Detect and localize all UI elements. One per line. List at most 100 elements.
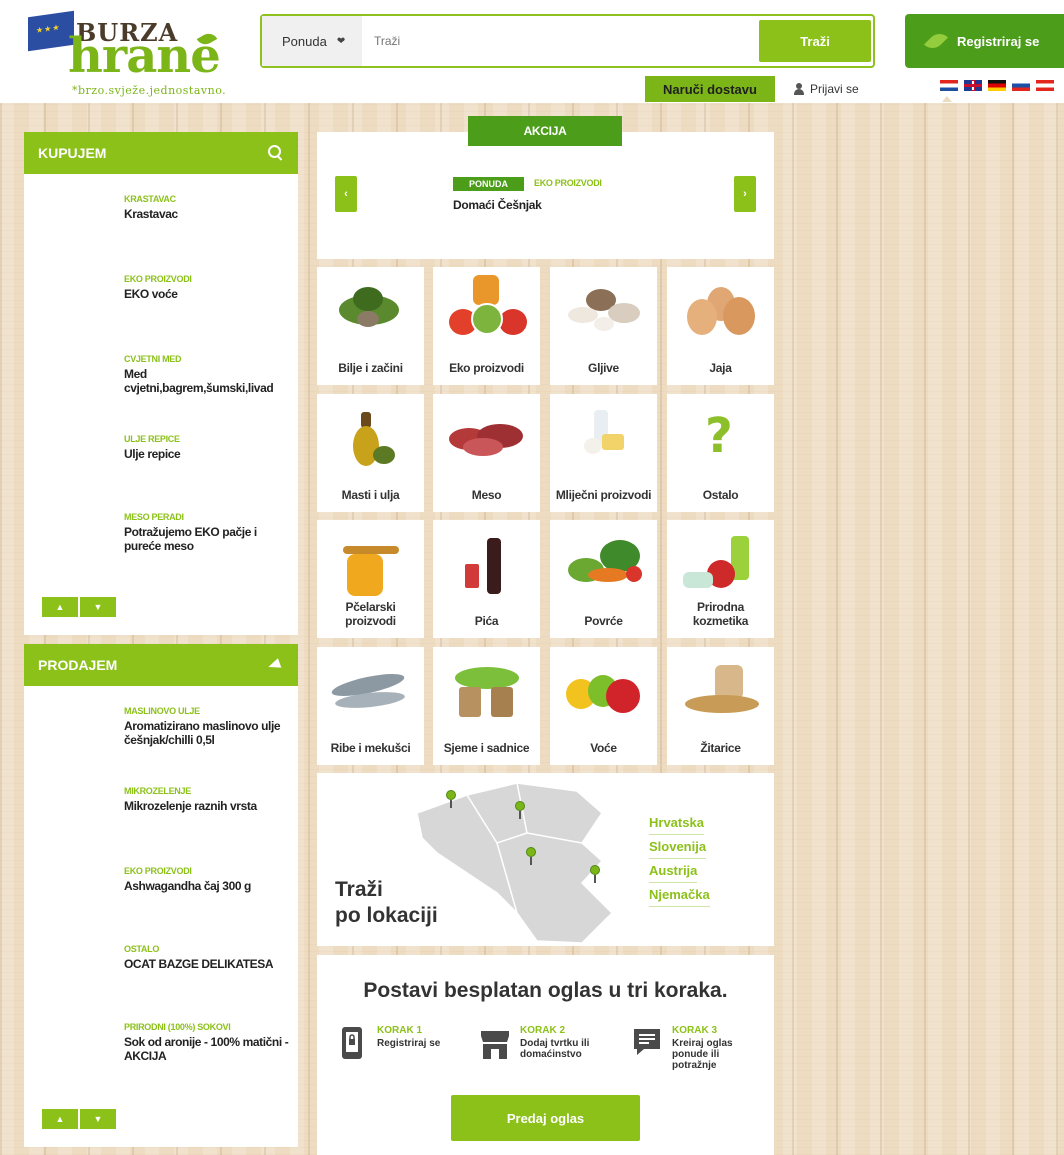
item-title: Krastavac <box>124 207 178 221</box>
kupujem-header: KUPUJEM <box>24 132 298 174</box>
map-pin-icon[interactable] <box>446 790 456 808</box>
category-tile-zitarice[interactable]: Žitarice <box>667 647 774 765</box>
slovenia-flag-icon[interactable] <box>1012 80 1030 91</box>
category-tile-mlijecni[interactable]: Mliječni proizvodi <box>550 394 657 512</box>
category-label: Ribe i mekušci <box>330 741 411 755</box>
category-label: Žitarice <box>700 741 741 755</box>
category-tile-pica[interactable]: Pića <box>433 520 540 638</box>
category-tile-bilje[interactable]: Bilje i začini <box>317 267 424 385</box>
dairy-icon <box>550 394 657 472</box>
germany-flag-icon[interactable] <box>988 80 1006 91</box>
list-item[interactable]: CVJETNI MED Med cvjetni,bagrem,šumski,li… <box>124 354 294 395</box>
kupujem-panel: KUPUJEM KRASTAVAC Krastavac EKO PROIZVOD… <box>24 132 298 635</box>
list-item[interactable]: EKO PROIZVODI Ashwagandha čaj 300 g <box>124 866 294 893</box>
item-title: Potražujemo EKO pačje i pureće meso <box>124 525 257 553</box>
herbs-icon <box>317 267 424 345</box>
category-label: Povrće <box>584 614 623 628</box>
carousel-next-button[interactable]: › <box>734 176 756 212</box>
category-label: Mliječni proizvodi <box>555 488 652 502</box>
category-tile-ribe[interactable]: Ribe i mekušci <box>317 647 424 765</box>
search-button[interactable]: Traži <box>759 20 871 62</box>
category-tile-gljive[interactable]: Gljive <box>550 267 657 385</box>
eco-products-icon <box>433 267 540 345</box>
category-tile-voce[interactable]: Voće <box>550 647 657 765</box>
akcija-carousel <box>317 132 774 259</box>
austria-flag-icon[interactable] <box>1036 80 1054 91</box>
offer-title[interactable]: Domaći Češnjak <box>453 198 542 212</box>
megaphone-icon[interactable] <box>266 658 284 672</box>
scroll-up-button[interactable]: ▲ <box>42 597 78 617</box>
location-search-box[interactable]: Traži po lokaciji Hrvatska Slovenija Aus… <box>317 773 774 946</box>
map-pin-icon[interactable] <box>526 847 536 865</box>
search-input[interactable] <box>362 16 760 66</box>
croatia-flag-icon[interactable] <box>940 80 958 91</box>
item-title: Aromatizirano maslinovo ulje češnjak/chi… <box>124 719 281 747</box>
flag-caret <box>942 96 952 102</box>
prodajem-title: PRODAJEM <box>38 657 118 673</box>
uk-flag-icon[interactable] <box>964 80 982 91</box>
list-item[interactable]: MESO PERADI Potražujemo EKO pačje i pure… <box>124 512 294 553</box>
category-tile-povrce[interactable]: Povrće <box>550 520 657 638</box>
category-tile-masti[interactable]: Masti i ulja <box>317 394 424 512</box>
search-icon[interactable] <box>268 145 284 161</box>
chevron-down-icon: ❤ <box>336 35 346 47</box>
country-link-njemacka[interactable]: Njemačka <box>649 883 710 907</box>
item-title: Ashwagandha čaj 300 g <box>124 879 251 893</box>
vegetables-icon <box>550 520 657 598</box>
country-links: Hrvatska Slovenija Austrija Njemačka <box>649 811 710 907</box>
list-item[interactable]: MASLINOVO ULJE Aromatizirano maslinovo u… <box>124 706 294 747</box>
prodajem-scroll-arrows: ▲ ▼ <box>42 1109 116 1129</box>
akcija-tab: AKCIJA <box>468 116 622 146</box>
kupujem-title: KUPUJEM <box>38 145 107 161</box>
order-delivery-button[interactable]: Naruči dostavu <box>645 76 775 102</box>
category-tile-meso[interactable]: Meso <box>433 394 540 512</box>
category-label: Meso <box>471 488 502 502</box>
list-item[interactable]: PRIRODNI (100%) SOKOVI Sok od aronije - … <box>124 1022 294 1063</box>
search-category-select[interactable]: Ponuda ❤ <box>262 16 362 66</box>
scroll-down-button[interactable]: ▼ <box>80 1109 116 1129</box>
header: ★★★ BURZA hrane *brzo.svježe.jednostavno… <box>0 0 1064 103</box>
item-title: Mikrozelenje raznih vrsta <box>124 799 257 813</box>
post-ad-button[interactable]: Predaj oglas <box>451 1095 640 1141</box>
carousel-prev-button[interactable]: ‹ <box>335 176 357 212</box>
item-category: PRIRODNI (100%) SOKOVI <box>124 1022 231 1032</box>
steps-title: Postavi besplatan oglas u tri koraka. <box>363 979 728 1002</box>
list-item[interactable]: OSTALO OCAT BAZGE DELIKATESA <box>124 944 294 971</box>
scroll-up-button[interactable]: ▲ <box>42 1109 78 1129</box>
category-label: Gljive <box>588 361 619 375</box>
country-link-austrija[interactable]: Austrija <box>649 859 698 883</box>
list-item[interactable]: MIKROZELENJE Mikrozelenje raznih vrsta <box>124 786 294 813</box>
category-tile-ostalo[interactable]: ? Ostalo <box>667 394 774 512</box>
item-category: EKO PROIZVODI <box>124 866 192 876</box>
logo[interactable]: ★★★ BURZA hrane *brzo.svježe.jednostavno… <box>28 10 268 102</box>
map-pin-icon[interactable] <box>590 865 600 883</box>
scroll-down-button[interactable]: ▼ <box>80 597 116 617</box>
grain-icon <box>667 647 774 725</box>
category-label: Sjeme i sadnice <box>443 741 530 755</box>
category-tile-eko[interactable]: Eko proizvodi <box>433 267 540 385</box>
map-pin-icon[interactable] <box>515 801 525 819</box>
login-link[interactable]: Prijavi se <box>793 76 859 102</box>
list-item[interactable]: ULJE REPICE Ulje repice <box>124 434 294 461</box>
search-bar: Ponuda ❤ Traži <box>260 14 875 68</box>
step-label: KORAK 3 <box>672 1025 718 1036</box>
category-tile-sjeme[interactable]: Sjeme i sadnice <box>433 647 540 765</box>
country-link-hrvatska[interactable]: Hrvatska <box>649 811 704 835</box>
item-title: Sok od aronije - 100% matični - AKCIJA <box>124 1035 289 1063</box>
item-title: OCAT BAZGE DELIKATESA <box>124 957 274 971</box>
category-tile-pcelarski[interactable]: Pčelarski proizvodi <box>317 520 424 638</box>
register-button[interactable]: Registriraj se <box>905 14 1064 68</box>
location-title-line2: po lokaciji <box>335 904 438 927</box>
list-item[interactable]: KRASTAVAC Krastavac <box>124 194 294 221</box>
item-category: KRASTAVAC <box>124 194 176 204</box>
category-tile-kozmetika[interactable]: Prirodna kozmetika <box>667 520 774 638</box>
category-label: Ostalo <box>702 488 739 502</box>
step-label: KORAK 1 <box>377 1025 423 1036</box>
category-tile-jaja[interactable]: Jaja <box>667 267 774 385</box>
country-link-slovenija[interactable]: Slovenija <box>649 835 707 859</box>
logo-hrane: hrane <box>68 28 221 84</box>
item-title: Ulje repice <box>124 447 181 461</box>
list-item[interactable]: EKO PROIZVODI EKO voće <box>124 274 294 301</box>
post-ad-box: Postavi besplatan oglas u tri koraka. KO… <box>317 955 774 1155</box>
phone-icon <box>342 1027 362 1059</box>
